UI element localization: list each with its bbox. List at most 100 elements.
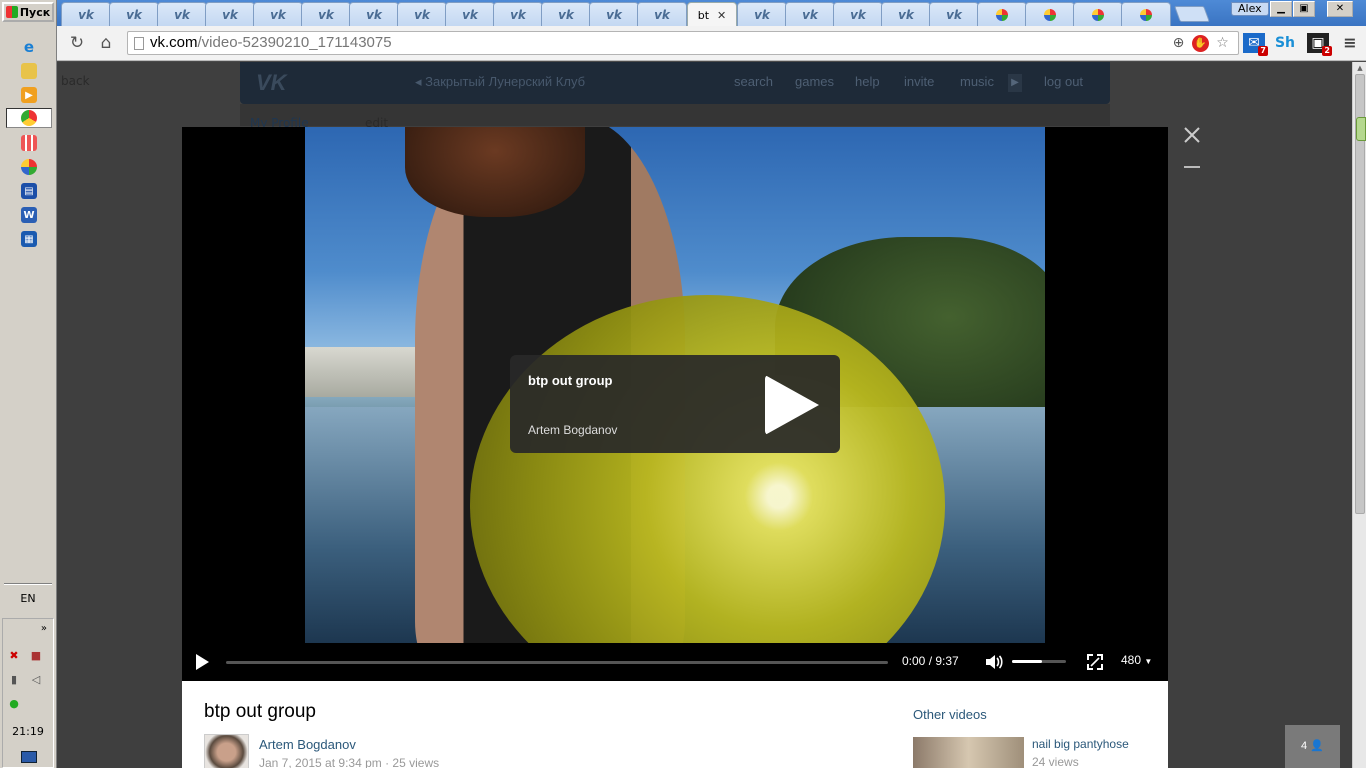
tab-vk[interactable]: vk xyxy=(929,2,979,26)
vk-logo-icon[interactable]: VK xyxy=(256,70,287,96)
card-author[interactable]: Artem Bogdanov xyxy=(528,423,617,437)
volume-slider[interactable] xyxy=(1012,660,1066,663)
extension-screen-icon[interactable]: ▣ 2 xyxy=(1307,33,1332,56)
taskbar-chrome-button[interactable] xyxy=(6,108,52,128)
person-icon: 👤 xyxy=(1310,740,1324,752)
tab-vk[interactable]: vk xyxy=(205,2,255,26)
video-info-card[interactable]: btp out group Artem Bogdanov xyxy=(510,355,840,453)
tab-vk[interactable]: vk xyxy=(301,2,351,26)
language-indicator[interactable]: EN xyxy=(4,592,52,605)
volume-icon[interactable] xyxy=(984,653,1004,671)
author-avatar[interactable] xyxy=(204,734,249,768)
taskbar-separator xyxy=(4,583,52,585)
back-link[interactable]: back xyxy=(61,74,90,88)
other-videos-heading[interactable]: Other videos xyxy=(913,707,987,722)
nav-music[interactable]: music xyxy=(960,74,994,89)
windows-taskbar: Пуск e ▶ ▤ W ▦ EN » ✖ ■ ▮ ◁ ● 21:19 xyxy=(0,0,57,768)
tab-vk[interactable]: vk xyxy=(109,2,159,26)
minimize-window-button[interactable]: ▁ xyxy=(1270,1,1292,17)
maximize-window-button[interactable]: ▣ xyxy=(1293,1,1315,17)
video-frame[interactable]: btp out group Artem Bogdanov xyxy=(305,127,1045,643)
nav-help[interactable]: help xyxy=(855,74,880,89)
extension-mail-icon[interactable]: ✉ 7 xyxy=(1243,33,1268,56)
bookmark-star-icon[interactable]: ☆ xyxy=(1214,35,1231,52)
extension-sh-icon[interactable]: Sh xyxy=(1274,33,1296,53)
adblock-icon[interactable]: ✋ xyxy=(1192,35,1209,52)
tab-other[interactable] xyxy=(977,2,1027,26)
fullscreen-icon[interactable] xyxy=(1086,653,1104,671)
tab-vk[interactable]: vk xyxy=(881,2,931,26)
tab-vk[interactable]: vk xyxy=(737,2,787,26)
tray-expand-icon[interactable]: » xyxy=(41,623,47,634)
play-icon[interactable] xyxy=(196,654,209,670)
tab-vk[interactable]: vk xyxy=(589,2,639,26)
zoom-icon[interactable]: ⊕ xyxy=(1170,35,1187,52)
tab-vk[interactable]: vk xyxy=(61,2,111,26)
nav-invite[interactable]: invite xyxy=(904,74,934,89)
tab-vk[interactable]: vk xyxy=(833,2,883,26)
system-tray: » ✖ ■ ▮ ◁ ● 21:19 xyxy=(2,618,54,768)
logout-link[interactable]: log out xyxy=(1044,74,1083,89)
url-text[interactable]: vk.com/video-52390210_171143075 xyxy=(150,32,392,54)
quality-selector[interactable]: 480 ▼ xyxy=(1121,653,1152,667)
start-button[interactable]: Пуск xyxy=(2,2,54,22)
document-icon: ▤ xyxy=(21,183,37,199)
reload-icon[interactable]: ↻ xyxy=(66,32,88,54)
tab-active[interactable]: bt ✕ xyxy=(687,2,737,27)
vk-favicon-icon: vk xyxy=(366,7,382,22)
taskbar-app-button-1[interactable] xyxy=(6,157,52,177)
taskbar-ie-button[interactable]: e xyxy=(6,37,52,57)
other-video-title[interactable]: nail big pantyhose xyxy=(1032,737,1129,751)
word-icon: W xyxy=(21,207,37,223)
home-icon[interactable]: ⌂ xyxy=(95,32,117,54)
author-name[interactable]: Artem Bogdanov xyxy=(259,737,356,752)
taskbar-word-button[interactable]: W xyxy=(6,205,52,225)
windows-flag-icon xyxy=(5,6,18,18)
tab-vk[interactable]: vk xyxy=(253,2,303,26)
nav-more-arrow-icon[interactable]: ▶ xyxy=(1008,74,1022,92)
tab-vk[interactable]: vk xyxy=(397,2,447,26)
taskbar-app-button-2[interactable]: ▤ xyxy=(6,181,52,201)
tab-vk[interactable]: vk xyxy=(541,2,591,26)
side-widget-icon[interactable] xyxy=(1356,117,1366,141)
window-user-badge[interactable]: Alex xyxy=(1231,2,1269,16)
page-scrollbar[interactable]: ▲ xyxy=(1352,62,1366,768)
tab-vk[interactable]: vk xyxy=(349,2,399,26)
security-tray-icon[interactable]: ● xyxy=(7,697,21,711)
viewer-count-badge[interactable]: 4 👤 xyxy=(1285,725,1340,768)
tab-vk[interactable]: vk xyxy=(785,2,835,26)
nav-games[interactable]: games xyxy=(795,74,834,89)
progress-bar[interactable] xyxy=(226,661,888,664)
clock[interactable]: 21:19 xyxy=(3,725,53,738)
tray-icon-2[interactable]: ■ xyxy=(29,649,43,663)
nav-search[interactable]: search xyxy=(734,74,773,89)
club-name[interactable]: ◂ Закрытый Лунерский Клуб xyxy=(415,74,585,90)
show-desktop-icon[interactable] xyxy=(21,751,37,763)
tab-vk[interactable]: vk xyxy=(493,2,543,26)
network-icon[interactable]: ▮ xyxy=(7,673,21,687)
tab-vk[interactable]: vk xyxy=(637,2,687,26)
close-icon[interactable] xyxy=(1181,124,1203,146)
new-tab-button[interactable] xyxy=(1174,6,1210,22)
volume-tray-icon[interactable]: ◁ xyxy=(29,673,43,687)
tab-other[interactable] xyxy=(1121,2,1171,26)
card-title: btp out group xyxy=(528,373,613,388)
big-play-icon[interactable] xyxy=(765,375,819,435)
tray-icon-1[interactable]: ✖ xyxy=(7,649,21,663)
tab-other[interactable] xyxy=(1073,2,1123,26)
menu-icon[interactable]: ≡ xyxy=(1339,33,1361,53)
taskbar-app-button-3[interactable]: ▦ xyxy=(6,229,52,249)
scroll-up-arrow-icon[interactable]: ▲ xyxy=(1354,62,1366,74)
tab-other[interactable] xyxy=(1025,2,1075,26)
video-player[interactable]: btp out group Artem Bogdanov 0:00 / 9:37… xyxy=(182,127,1168,681)
other-video-thumbnail[interactable] xyxy=(913,737,1024,768)
address-bar[interactable]: vk.com/video-52390210_171143075 ⊕ ✋ ☆ xyxy=(127,31,1239,55)
minimize-modal-icon[interactable] xyxy=(1184,166,1200,168)
taskbar-explorer-button[interactable] xyxy=(6,61,52,81)
tab-vk[interactable]: vk xyxy=(445,2,495,26)
tab-close-icon[interactable]: ✕ xyxy=(717,9,726,22)
close-window-button[interactable]: ✕ xyxy=(1327,1,1353,17)
taskbar-media-button[interactable]: ▶ xyxy=(6,85,52,105)
taskbar-apps-button[interactable] xyxy=(6,133,52,153)
tab-vk[interactable]: vk xyxy=(157,2,207,26)
